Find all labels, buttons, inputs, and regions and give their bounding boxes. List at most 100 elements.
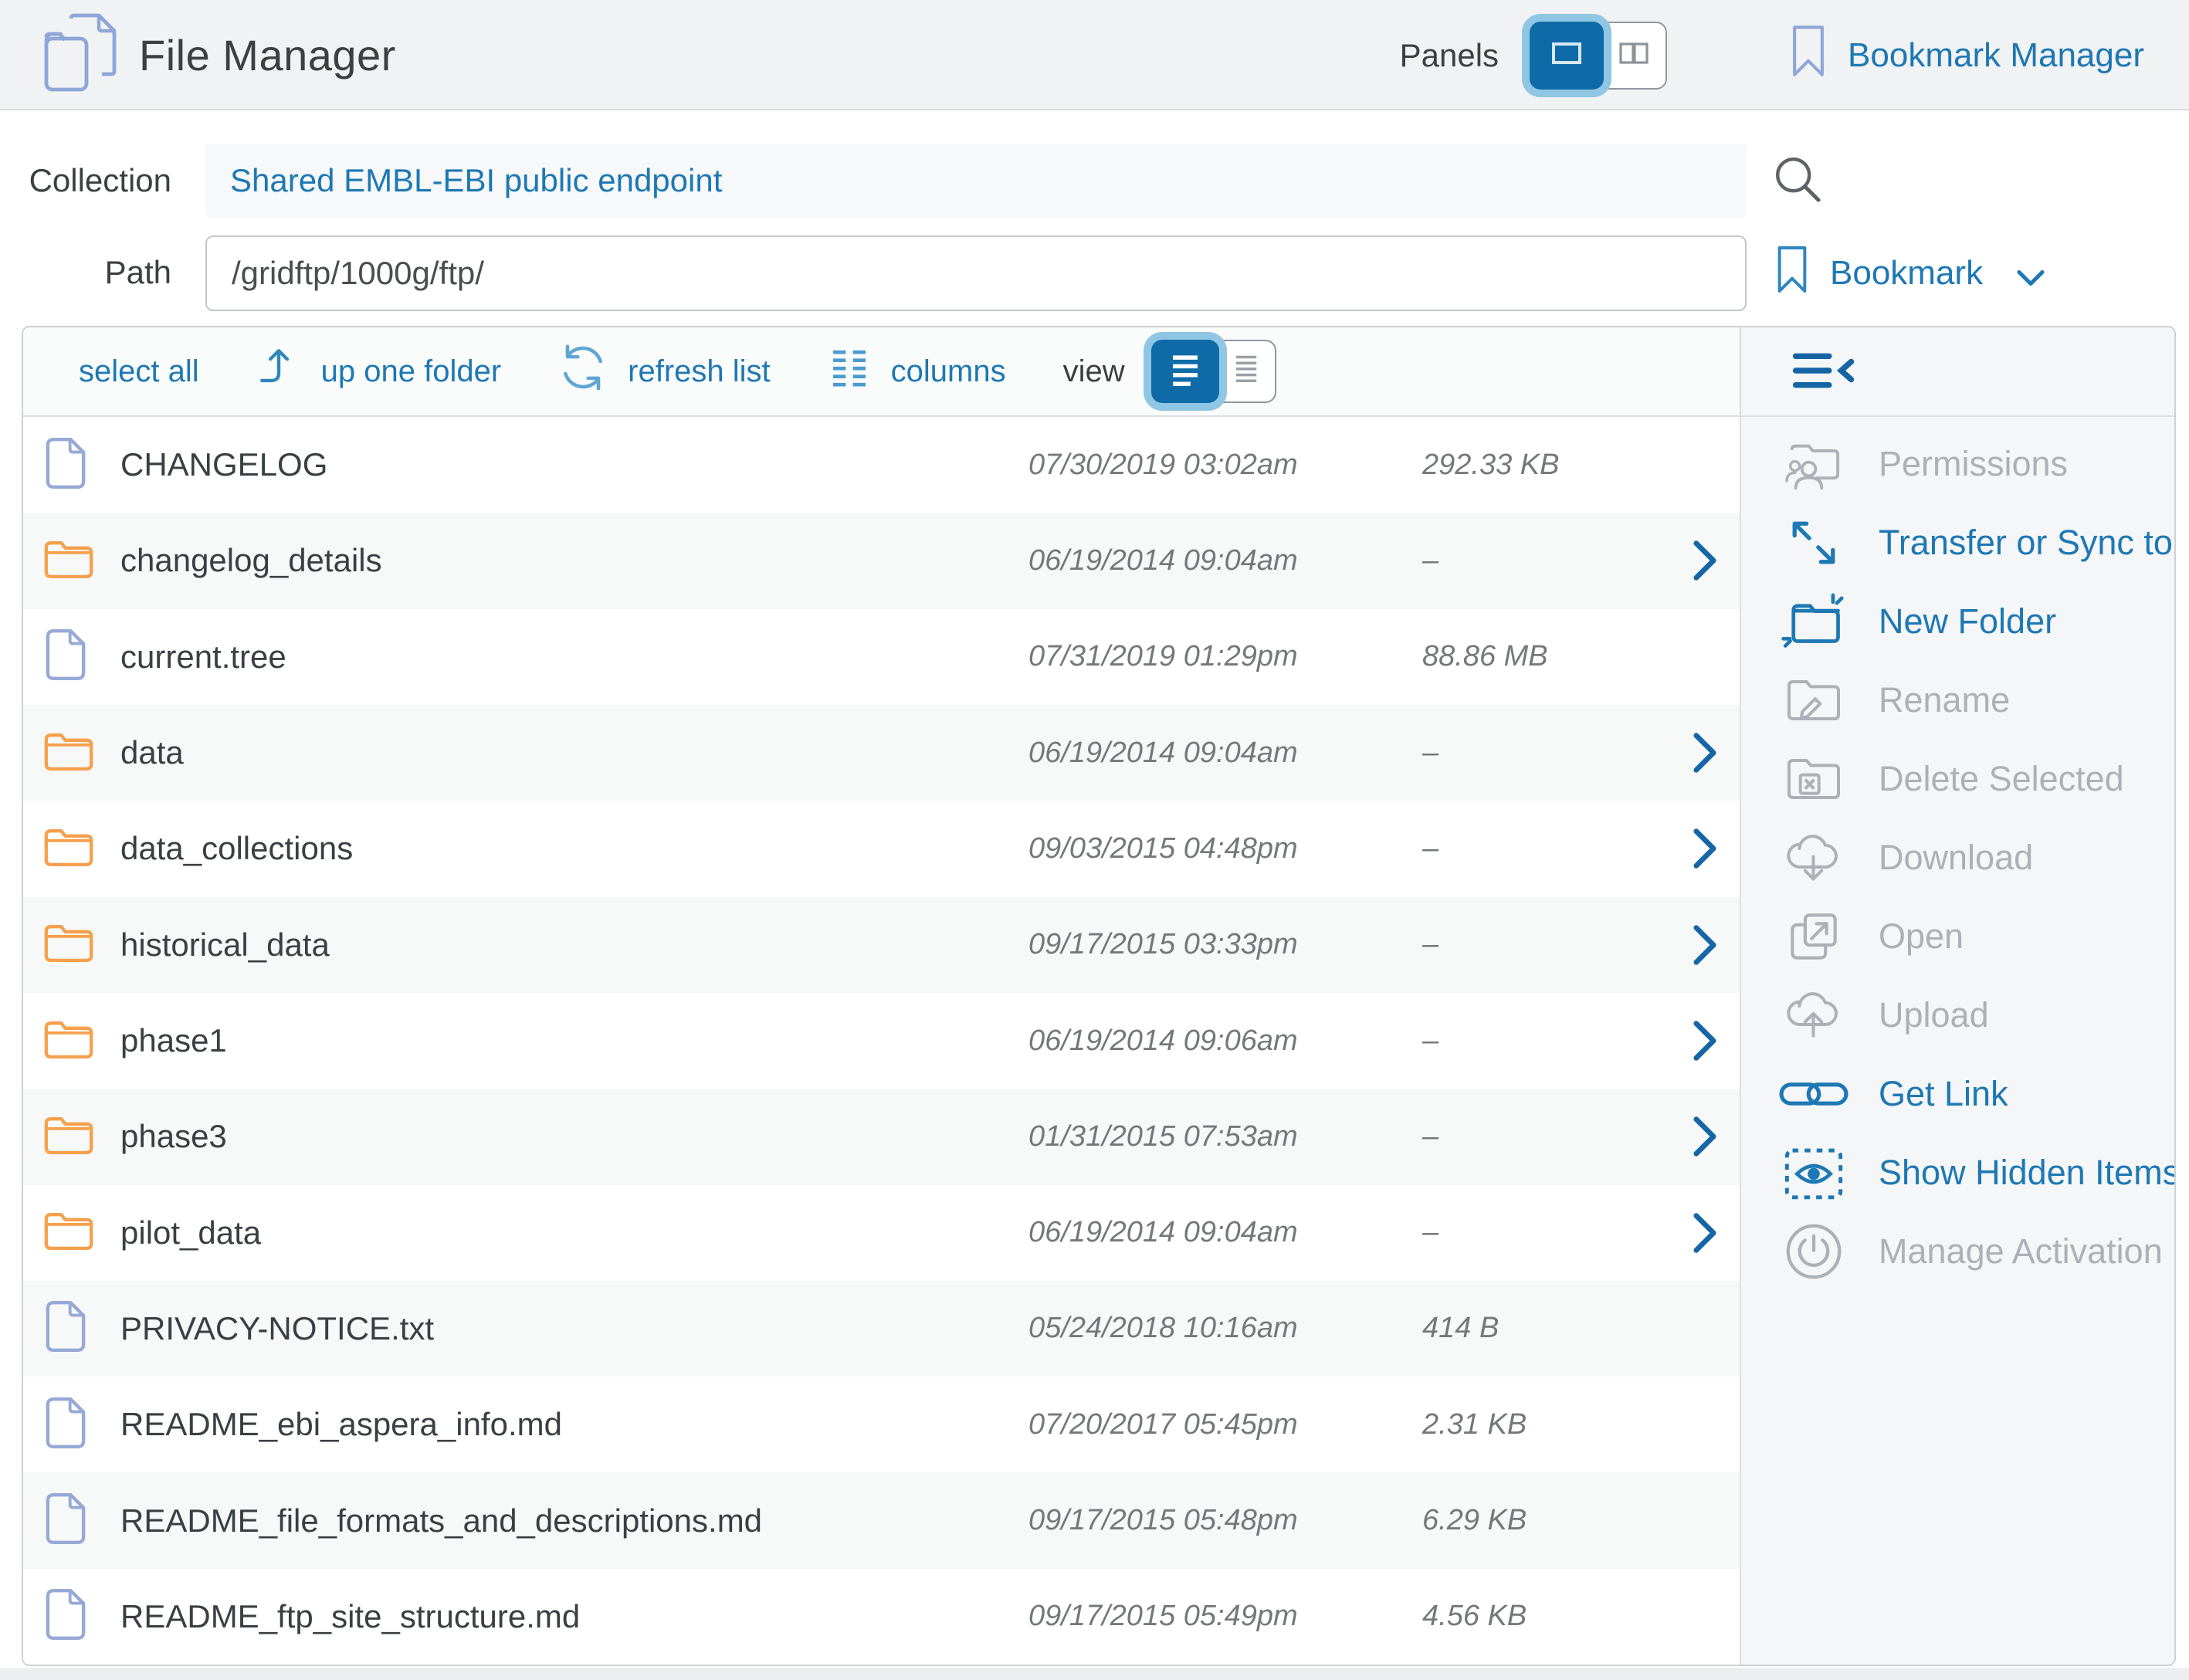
file-row[interactable]: CHANGELOG 07/30/2019 03:02am 292.33 KB [23,417,1740,513]
up-one-folder-label: up one folder [321,354,502,389]
folder-icon [43,1114,94,1160]
file-modified-date: 01/31/2015 07:53am [1028,1120,1422,1153]
sidebar-item-label: Delete Selected [1879,759,2124,799]
file-icon [43,435,88,495]
file-size: 6.29 KB [1422,1504,1677,1537]
sidebar-item-label: Get Link [1879,1074,2008,1114]
sidebar-item-label: New Folder [1879,601,2056,642]
single-panel-icon [1546,38,1588,73]
file-name: current.tree [120,638,1028,676]
file-modified-date: 06/19/2014 09:04am [1028,737,1422,770]
open-folder-chevron-icon[interactable] [1692,1115,1718,1158]
file-list: CHANGELOG 07/30/2019 03:02am 292.33 KB c… [23,417,1741,1665]
file-size: – [1422,737,1677,770]
open-folder-chevron-icon[interactable] [1692,1019,1718,1062]
sidebar-item-show-hidden-items[interactable]: Show Hidden Items [1741,1133,2176,1212]
file-name: changelog_details [120,542,1028,579]
single-panel-button[interactable] [1530,22,1604,90]
open-folder-chevron-icon[interactable] [1692,539,1718,582]
file-modified-date: 09/17/2015 05:49pm [1028,1600,1422,1633]
bookmark-manager-button[interactable]: Bookmark Manager [1791,22,2144,88]
sidebar-item-rename[interactable]: Rename [1741,661,2176,740]
dual-panel-button[interactable] [1593,22,1667,90]
file-icon [43,1491,88,1550]
file-size: – [1422,832,1677,865]
upload-icon [1778,987,1849,1043]
folder-icon [43,1018,94,1064]
open-folder-chevron-icon[interactable] [1692,923,1718,967]
file-row[interactable]: historical_data 09/17/2015 03:33pm – [23,897,1740,993]
file-name: phase3 [120,1118,1028,1155]
columns-button[interactable]: columns [828,346,1006,397]
sidebar-item-permissions[interactable]: Permissions [1741,425,2176,503]
list-toolbar: select all up one folder refresh list [23,327,1741,417]
content-container: select all up one folder refresh list [22,326,2176,1666]
list-view-button[interactable] [1151,340,1219,403]
path-input[interactable] [205,235,1747,311]
refresh-icon [558,343,608,400]
file-modified-date: 07/20/2017 05:45pm [1028,1408,1422,1441]
sidebar-item-label: Manage Activation [1879,1231,2163,1272]
file-row[interactable]: changelog_details 06/19/2014 09:04am – [23,513,1740,608]
sidebar-menu: Permissions Transfer or Sync to... New Fol… [1741,417,2176,1665]
refresh-list-button[interactable]: refresh list [558,343,771,400]
sidebar-item-label: Transfer or Sync to... [1879,523,2176,563]
file-row[interactable]: PRIVACY-NOTICE.txt 05/24/2018 10:16am 41… [23,1281,1740,1377]
sidebar-item-download[interactable]: Download [1741,818,2176,897]
collection-input[interactable] [205,144,1747,218]
bookmark-label: Bookmark [1830,254,1983,293]
file-icon [43,1299,88,1358]
file-row[interactable]: phase3 01/31/2015 07:53am – [23,1089,1740,1184]
file-size: – [1422,928,1677,961]
file-modified-date: 06/19/2014 09:04am [1028,1216,1422,1249]
select-all-button[interactable]: select all [79,354,199,389]
search-button[interactable] [1770,151,1828,212]
file-row[interactable]: data_collections 09/03/2015 04:48pm – [23,801,1740,896]
permissions-icon [1778,437,1849,491]
file-row[interactable]: data 06/19/2014 09:04am – [23,705,1740,801]
manage-activation-icon [1778,1221,1849,1282]
file-manager-page: File Manager Panels [0,0,2189,1680]
sidebar-item-new-folder[interactable]: New Folder [1741,582,2176,661]
file-name: phase1 [120,1022,1028,1059]
refresh-list-label: refresh list [628,354,771,389]
file-icon [43,627,88,686]
sidebar-item-manage-activation[interactable]: Manage Activation [1741,1212,2176,1291]
folder-icon [43,922,94,967]
view-label: view [1063,354,1125,389]
sidebar-item-get-link[interactable]: Get Link [1741,1055,2176,1133]
file-row[interactable]: phase1 06/19/2014 09:06am – [23,993,1740,1089]
sidebar-item-transfer-or-sync-to[interactable]: Transfer or Sync to... [1741,503,2176,582]
folder-icon [43,730,94,776]
file-row[interactable]: pilot_data 06/19/2014 09:04am – [23,1185,1740,1281]
sidebar-item-label: Rename [1879,680,2010,720]
open-folder-chevron-icon[interactable] [1692,1211,1718,1255]
up-one-folder-button[interactable]: up one folder [256,345,502,398]
show-hidden-items-icon [1778,1143,1849,1203]
file-size: – [1422,544,1677,578]
file-size: – [1422,1025,1677,1058]
file-size: 88.86 MB [1422,640,1677,673]
columns-icon [828,346,871,397]
sidebar-item-open[interactable]: Open [1741,897,2176,976]
file-row[interactable]: README_ebi_aspera_info.md 07/20/2017 05:… [23,1377,1740,1472]
open-folder-chevron-icon[interactable] [1692,827,1718,870]
file-size: 292.33 KB [1422,449,1677,482]
open-icon [1778,909,1849,964]
file-row[interactable]: README_ftp_site_structure.md 09/17/2015 … [23,1569,1740,1665]
page-title: File Manager [139,0,396,110]
sidebar-item-delete-selected[interactable]: Delete Selected [1741,740,2176,818]
bookmark-button[interactable]: Bookmark [1776,244,2046,303]
file-row[interactable]: README_file_formats_and_descriptions.md … [23,1472,1740,1568]
collapse-sidebar-button[interactable] [1789,347,1860,396]
file-row[interactable]: current.tree 07/31/2019 01:29pm 88.86 MB [23,609,1740,705]
delete-selected-icon [1778,752,1849,806]
file-size: 414 B [1422,1312,1677,1345]
file-modified-date: 09/17/2015 03:33pm [1028,928,1422,961]
view-toggle [1151,340,1276,403]
open-folder-chevron-icon[interactable] [1692,731,1718,774]
header-right: Panels [1400,0,2189,110]
sidebar-item-upload[interactable]: Upload [1741,976,2176,1055]
file-size: 2.31 KB [1422,1408,1677,1441]
panels-toggle [1530,22,1667,90]
